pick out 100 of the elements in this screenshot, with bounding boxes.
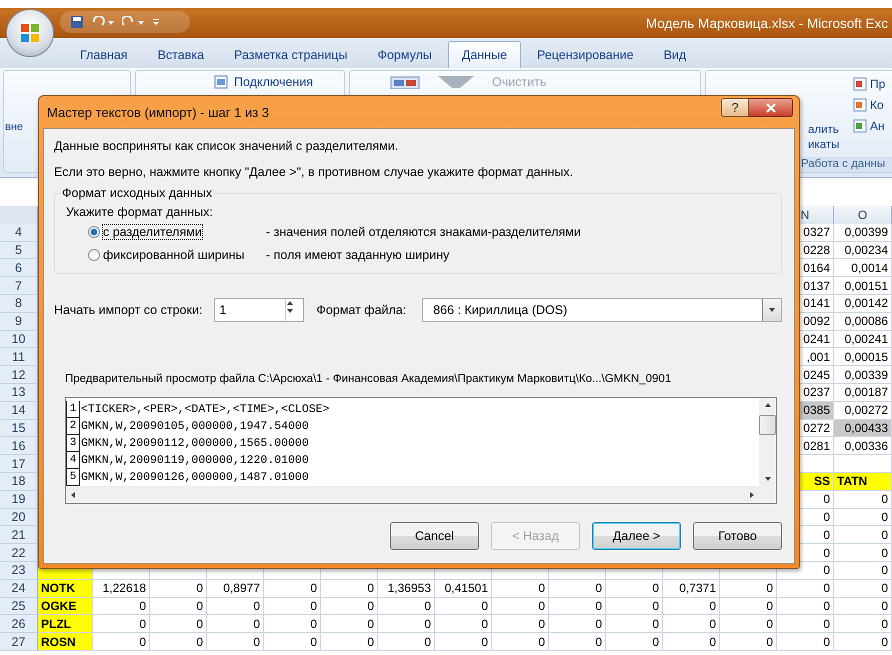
line-number: 1 — [66, 401, 80, 418]
table-cell: 0 — [549, 615, 606, 634]
row-header[interactable]: 19 — [0, 490, 38, 509]
table-cell: 0,0014 — [834, 259, 892, 278]
column-header[interactable]: O — [834, 206, 892, 225]
table-cell: 0 — [93, 598, 150, 616]
row-header[interactable]: 24 — [0, 580, 38, 598]
row-header[interactable]: 14 — [0, 402, 38, 420]
scrollbar-thumb[interactable] — [759, 415, 776, 435]
table-cell: 0 — [321, 598, 378, 616]
ribbon-command[interactable]: Ан — [853, 119, 886, 133]
table-cell: 0 — [720, 615, 777, 634]
table-cell: 0,00241 — [834, 330, 892, 348]
table-cell: 0,41501 — [435, 580, 492, 598]
table-cell: 0 — [264, 598, 321, 616]
office-logo-icon[interactable] — [19, 22, 41, 44]
preview-line: GMKN,W,20090119,000000,1220.01000 — [81, 454, 309, 467]
row-header[interactable]: 12 — [0, 366, 38, 384]
row-header[interactable]: 18 — [0, 472, 38, 491]
row-header[interactable]: 8 — [0, 294, 38, 313]
sort-icon[interactable] — [390, 75, 420, 89]
row-header[interactable]: 10 — [0, 330, 38, 348]
horizontal-scrollbar[interactable] — [66, 486, 776, 503]
connections-icon — [214, 75, 228, 89]
table-cell: 0,00142 — [834, 294, 892, 313]
command-icon — [853, 77, 867, 91]
row-header[interactable]: 6 — [0, 259, 38, 278]
row-header[interactable]: 17 — [0, 455, 38, 473]
table-cell: 0 — [492, 615, 549, 634]
row-header[interactable]: 15 — [0, 420, 38, 438]
table-cell: 0 — [663, 615, 720, 634]
undo-icon[interactable] — [92, 16, 114, 28]
ribbon-tab[interactable]: Разметка страницы — [220, 41, 362, 68]
scroll-left-icon[interactable] — [69, 490, 77, 498]
row-header[interactable]: 20 — [0, 508, 38, 526]
prompt-text: Укажите формат данных: — [66, 204, 214, 220]
ribbon-tab[interactable]: Вставка — [144, 41, 218, 68]
table-cell: 0,00234 — [834, 242, 892, 260]
dialog-button[interactable]: Cancel — [390, 522, 479, 550]
row-header[interactable]: 13 — [0, 384, 38, 402]
ribbon-command[interactable]: Пр — [853, 77, 886, 91]
row-header[interactable]: 23 — [0, 562, 38, 580]
table-cell: 0 — [777, 615, 834, 634]
dialog-button[interactable]: Далее > — [592, 522, 681, 550]
help-button[interactable]: ? — [721, 98, 749, 117]
redo-icon[interactable] — [122, 16, 144, 28]
table-cell: 0 — [777, 580, 834, 598]
file-format-dropdown[interactable]: 866 : Кириллица (DOS) — [422, 298, 782, 322]
table-cell: 0,00151 — [834, 277, 892, 295]
ribbon-tab[interactable]: Данные — [448, 41, 522, 68]
table-cell: 0 — [321, 615, 378, 634]
table-cell: 0 — [663, 633, 720, 651]
dialog-title: Мастер текстов (импорт) - шаг 1 из 3 — [47, 104, 270, 120]
spin-down-icon[interactable] — [286, 307, 294, 315]
row-header[interactable]: 16 — [0, 437, 38, 456]
table-cell: 0 — [606, 615, 663, 634]
close-icon[interactable] — [764, 102, 776, 112]
save-icon[interactable] — [70, 15, 84, 29]
row-header[interactable]: 21 — [0, 526, 38, 544]
table-cell: 0,00015 — [834, 348, 892, 366]
row-header[interactable]: 26 — [0, 615, 38, 634]
vertical-scrollbar[interactable] — [759, 398, 776, 486]
ribbon-tab[interactable]: Рецензирование — [523, 41, 648, 68]
ribbon-command[interactable]: Ко — [853, 98, 886, 112]
table-cell: 0 — [435, 598, 492, 616]
scroll-right-icon[interactable] — [748, 490, 756, 498]
table-cell: 0 — [93, 633, 150, 651]
scroll-up-icon[interactable] — [764, 401, 772, 409]
ribbon-tab[interactable]: Формулы — [363, 41, 446, 68]
table-cell: 0 — [720, 633, 777, 651]
table-cell: 0 — [834, 508, 892, 526]
format-radio[interactable]: с разделителями — [88, 224, 266, 238]
table-cell: 0 — [150, 633, 207, 651]
row-header[interactable]: 5 — [0, 242, 38, 260]
ribbon-command-label[interactable]: икаты — [808, 138, 850, 153]
table-cell: 0 — [606, 598, 663, 616]
start-row-spinner[interactable]: 1 — [214, 298, 304, 322]
row-header[interactable]: 27 — [0, 633, 38, 651]
table-cell: 0 — [207, 598, 264, 616]
line-number: 3 — [66, 435, 80, 452]
connections-button[interactable]: Подключения — [234, 75, 314, 89]
ribbon-tab[interactable]: Вид — [650, 41, 700, 68]
dialog-button[interactable]: Готово — [693, 522, 782, 550]
ribbon-command-label[interactable]: алить — [808, 123, 850, 138]
row-header[interactable]: 7 — [0, 277, 38, 295]
scroll-down-icon[interactable] — [764, 475, 772, 483]
row-header[interactable]: 22 — [0, 544, 38, 562]
row-header[interactable]: 11 — [0, 348, 38, 366]
row-header[interactable]: 9 — [0, 312, 38, 331]
format-radio[interactable]: фиксированной ширины — [88, 248, 266, 262]
close-button[interactable] — [749, 98, 793, 117]
preview-line: GMKN,W,20090126,000000,1487.01000 — [81, 471, 309, 484]
table-cell: 0 — [207, 615, 264, 634]
customize-caret-icon[interactable] — [152, 18, 160, 26]
row-header[interactable]: 4 — [0, 224, 38, 242]
row-header[interactable]: 25 — [0, 598, 38, 616]
dropdown-caret-icon[interactable] — [768, 306, 776, 314]
spin-up-icon[interactable] — [286, 299, 294, 307]
table-cell: 0 — [321, 633, 378, 651]
ribbon-tab[interactable]: Главная — [66, 41, 142, 68]
